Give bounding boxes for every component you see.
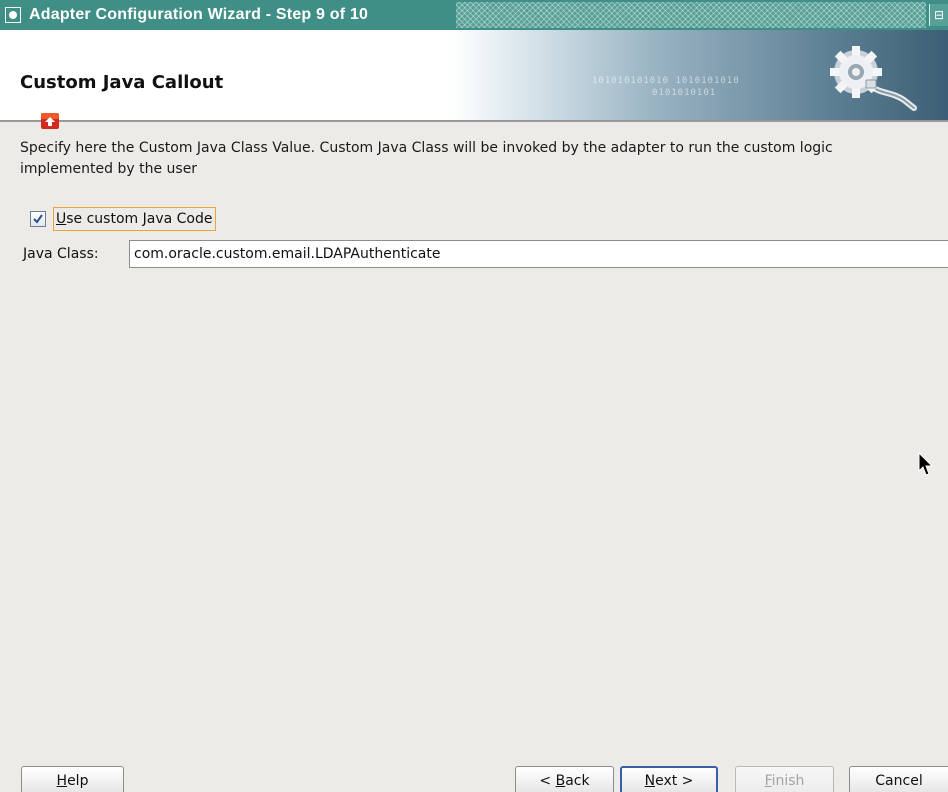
- maximize-icon[interactable]: ⊟: [929, 4, 948, 26]
- window-title: Adapter Configuration Wizard - Step 9 of…: [29, 6, 369, 23]
- system-menu-icon[interactable]: [5, 7, 21, 23]
- gear-plug-icon: [830, 46, 917, 111]
- step-icon: [41, 113, 59, 129]
- button-label: elp: [67, 773, 89, 789]
- use-custom-java-code-label[interactable]: Use custom Java Code: [53, 207, 217, 231]
- use-custom-java-code-row[interactable]: Use custom Java Code: [30, 206, 217, 232]
- banner-binary-text-2: 0101010101: [652, 88, 717, 98]
- button-prefix: <: [539, 773, 556, 789]
- java-class-row: Java Class:: [23, 240, 107, 268]
- java-class-input[interactable]: [129, 240, 948, 268]
- button-mnemonic: N: [644, 773, 656, 789]
- title-bar[interactable]: Adapter Configuration Wizard - Step 9 of…: [0, 0, 948, 30]
- back-button[interactable]: < Back: [515, 766, 614, 792]
- label-mnemonic: U: [56, 211, 67, 227]
- java-class-label: Java Class:: [23, 246, 99, 262]
- button-mnemonic: F: [764, 773, 772, 789]
- finish-button[interactable]: Finish: [735, 766, 834, 792]
- mouse-cursor-icon: [918, 452, 934, 476]
- label-text: ava Class:: [27, 246, 99, 262]
- button-mnemonic: H: [56, 773, 68, 789]
- wizard-header: Custom Java Callout 101010101010 1010101…: [0, 30, 948, 122]
- header-banner: 101010101010 1010101010 0101010101: [452, 30, 948, 122]
- wizard-window: Adapter Configuration Wizard - Step 9 of…: [0, 0, 948, 792]
- use-custom-java-code-checkbox[interactable]: [30, 211, 46, 227]
- title-bar-drag-area[interactable]: [456, 2, 926, 28]
- button-label: ext >: [655, 773, 694, 789]
- checkmark-icon: [33, 214, 43, 224]
- button-label: Cancel: [875, 773, 923, 789]
- banner-binary-text: 101010101010 1010101010: [592, 76, 740, 86]
- button-mnemonic: B: [555, 773, 566, 789]
- header-separator: [0, 120, 948, 122]
- help-button[interactable]: Help: [21, 766, 124, 792]
- button-label: inish: [771, 773, 805, 789]
- button-label: ack: [565, 773, 590, 789]
- next-button[interactable]: Next >: [620, 766, 718, 792]
- page-title: Custom Java Callout: [20, 72, 224, 93]
- step-description: Specify here the Custom Java Class Value…: [20, 140, 833, 177]
- label-text: se custom Java Code: [66, 211, 213, 227]
- cancel-button[interactable]: Cancel: [849, 766, 948, 792]
